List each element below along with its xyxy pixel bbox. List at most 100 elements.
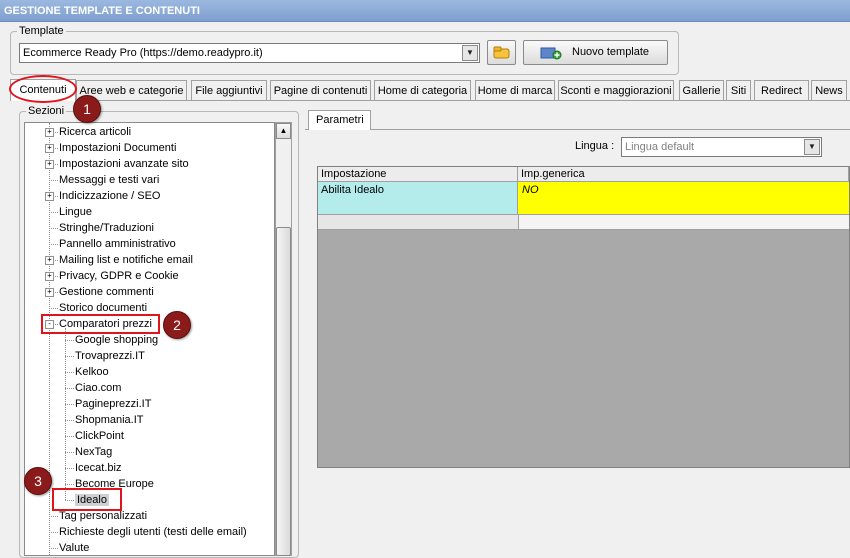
tree-item[interactable]: Mailing list e notifiche email xyxy=(59,252,193,268)
tree-item[interactable]: Trovaprezzi.IT xyxy=(75,348,145,364)
add-template-icon xyxy=(540,47,562,60)
tree-item[interactable]: Shopmania.IT xyxy=(75,412,143,428)
tree-item-label: Google shopping xyxy=(75,334,159,346)
open-template-button[interactable] xyxy=(487,40,516,65)
new-template-button[interactable]: Nuovo template xyxy=(523,40,668,65)
tab-parametri[interactable]: Parametri xyxy=(308,110,371,130)
tree-item[interactable]: NexTag xyxy=(75,444,112,460)
tree-item-label: Icecat.biz xyxy=(75,462,122,474)
lingua-select[interactable]: Lingua default ▼ xyxy=(621,137,822,157)
tree-item[interactable]: Gestione commenti xyxy=(59,284,154,300)
expand-icon[interactable]: + xyxy=(45,128,54,137)
annotation-3: 3 xyxy=(24,467,52,495)
annotation-box-3 xyxy=(52,488,122,511)
chevron-down-icon[interactable]: ▼ xyxy=(462,45,478,61)
tab-redirect[interactable]: Redirect xyxy=(754,80,809,100)
tree-item-label: Impostazioni Documenti xyxy=(59,142,177,154)
tree-connector xyxy=(65,340,74,341)
tree-item[interactable]: Richieste degli utenti (testi delle emai… xyxy=(59,524,247,540)
tree-item-label: Pagineprezzi.IT xyxy=(75,398,152,410)
tree-item-label: Privacy, GDPR e Cookie xyxy=(59,270,179,282)
tree-item[interactable]: Privacy, GDPR e Cookie xyxy=(59,268,179,284)
tree-item-label: Tag personalizzati xyxy=(59,510,148,522)
tree-item-label: Pannello amministrativo xyxy=(59,238,176,250)
tree-item-label: Storico documenti xyxy=(59,302,148,314)
col-header-impostazione[interactable]: Impostazione xyxy=(318,167,518,182)
tree-item-label: Indicizzazione / SEO xyxy=(59,190,161,202)
tree-item[interactable]: Impostazioni Documenti xyxy=(59,140,176,156)
tree-item[interactable]: Pannello amministrativo xyxy=(59,236,176,252)
tree-item[interactable]: Messaggi e testi vari xyxy=(59,172,159,188)
tree-connector xyxy=(65,404,74,405)
expand-icon[interactable]: + xyxy=(45,192,54,201)
expand-icon[interactable]: + xyxy=(45,256,54,265)
tree-connector xyxy=(65,372,74,373)
tab-home-categoria[interactable]: Home di categoria xyxy=(374,80,471,100)
tab-sconti[interactable]: Sconti e maggiorazioni xyxy=(558,80,674,100)
tree-item[interactable]: Kelkoo xyxy=(75,364,109,380)
tab-pagine-contenuti[interactable]: Pagine di contenuti xyxy=(270,80,371,100)
expand-icon[interactable]: + xyxy=(45,160,54,169)
sezioni-legend: Sezioni xyxy=(26,105,67,117)
tree-item-label: ClickPoint xyxy=(75,430,124,442)
tree-connector xyxy=(49,228,58,229)
tree-item-label: Mailing list e notifiche email xyxy=(59,254,193,266)
tree-item[interactable]: Pagineprezzi.IT xyxy=(75,396,151,412)
template-select[interactable]: Ecommerce Ready Pro (https://demo.readyp… xyxy=(19,43,480,63)
tree-item[interactable]: Lingue xyxy=(59,204,92,220)
tree-connector xyxy=(65,356,74,357)
chevron-down-icon[interactable]: ▼ xyxy=(804,139,820,155)
col-header-imp-generica[interactable]: Imp.generica xyxy=(518,167,849,182)
tree-scrollbar[interactable]: ▲ xyxy=(275,122,292,556)
tree-item-label: NexTag xyxy=(75,446,113,458)
expand-icon[interactable]: + xyxy=(45,144,54,153)
folder-icon xyxy=(493,46,510,59)
tab-news[interactable]: News xyxy=(811,80,847,100)
tree-connector xyxy=(49,516,58,517)
tree-connector xyxy=(65,468,74,469)
window-title: GESTIONE TEMPLATE E CONTENUTI xyxy=(0,0,850,22)
tab-file-aggiuntivi[interactable]: File aggiuntivi xyxy=(191,80,267,100)
tree-branch-line xyxy=(65,328,66,500)
tree-item-label: Gestione commenti xyxy=(59,286,154,298)
tree-connector xyxy=(49,180,58,181)
tree-connector xyxy=(49,212,58,213)
tree-item[interactable]: Icecat.biz xyxy=(75,460,121,476)
tree-item-label: Messaggi e testi vari xyxy=(59,174,160,186)
expand-icon[interactable]: + xyxy=(45,272,54,281)
cell-valore[interactable]: NO xyxy=(518,182,849,214)
settings-grid: Impostazione Imp.generica Abilita Idealo… xyxy=(317,166,850,468)
scroll-up-icon[interactable]: ▲ xyxy=(276,123,291,139)
tree-item-label: Shopmania.IT xyxy=(75,414,144,426)
tab-home-marca[interactable]: Home di marca xyxy=(475,80,555,100)
tree-item-label: Stringhe/Traduzioni xyxy=(59,222,154,234)
tree-item[interactable]: Impostazioni avanzate sito xyxy=(59,156,189,172)
tree-item[interactable]: Google shopping xyxy=(75,332,158,348)
scroll-thumb[interactable] xyxy=(276,227,291,556)
tree-item[interactable]: Valute xyxy=(59,540,89,555)
tree-item-label: Richieste degli utenti (testi delle emai… xyxy=(59,526,247,538)
template-select-value: Ecommerce Ready Pro (https://demo.readyp… xyxy=(23,47,263,59)
lingua-label: Lingua : xyxy=(575,140,615,152)
tree-item[interactable]: ClickPoint xyxy=(75,428,124,444)
tree-trunk-line xyxy=(49,123,50,555)
tree-connector xyxy=(65,420,74,421)
lingua-select-value: Lingua default xyxy=(625,141,695,153)
tree-item[interactable]: Stringhe/Traduzioni xyxy=(59,220,154,236)
tree-item[interactable]: Indicizzazione / SEO xyxy=(59,188,161,204)
grid-new-row[interactable] xyxy=(318,214,849,230)
tree-item[interactable]: Ciao.com xyxy=(75,380,121,396)
annotation-box-2 xyxy=(41,314,160,334)
annotation-2: 2 xyxy=(163,311,191,339)
tree-connector xyxy=(49,548,58,549)
tree-connector xyxy=(65,388,74,389)
tree-item-label: Kelkoo xyxy=(75,366,109,378)
tab-siti[interactable]: Siti xyxy=(726,80,751,100)
grid-row[interactable]: Abilita Idealo NO xyxy=(318,182,849,214)
tab-gallerie[interactable]: Gallerie xyxy=(679,80,724,100)
cell-impostazione[interactable]: Abilita Idealo xyxy=(318,182,518,214)
expand-icon[interactable]: + xyxy=(45,288,54,297)
tree-item-label: Ciao.com xyxy=(75,382,122,394)
tree-item[interactable]: Ricerca articoli xyxy=(59,124,131,140)
tree-connector xyxy=(49,308,58,309)
